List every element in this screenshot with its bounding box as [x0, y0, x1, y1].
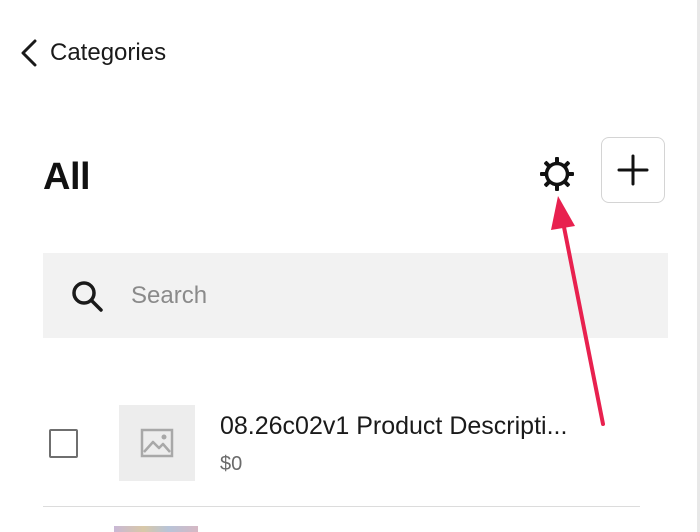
- plus-icon: [617, 154, 649, 186]
- back-to-categories-link[interactable]: Categories: [20, 36, 166, 70]
- gear-icon: [540, 157, 574, 191]
- page-title: All: [43, 156, 91, 198]
- next-product-thumbnail: [114, 526, 198, 532]
- image-placeholder-icon: [140, 428, 174, 458]
- product-name[interactable]: 08.26c02v1 Product Descripti...: [220, 412, 567, 441]
- product-price: $0: [220, 453, 243, 475]
- product-thumbnail: [119, 405, 195, 481]
- search-icon: [69, 278, 105, 314]
- search-bar[interactable]: [43, 253, 668, 338]
- list-item[interactable]: 08.26c02v1 Product Descripti... $0: [43, 385, 640, 507]
- back-link-label: Categories: [50, 39, 167, 66]
- settings-button[interactable]: [536, 153, 578, 195]
- search-input[interactable]: [129, 280, 613, 311]
- add-button[interactable]: [601, 137, 665, 203]
- row-checkbox[interactable]: [49, 429, 78, 458]
- page: Categories All Search 08.26c02v1 Product…: [0, 0, 700, 532]
- chevron-left-icon: [21, 39, 37, 67]
